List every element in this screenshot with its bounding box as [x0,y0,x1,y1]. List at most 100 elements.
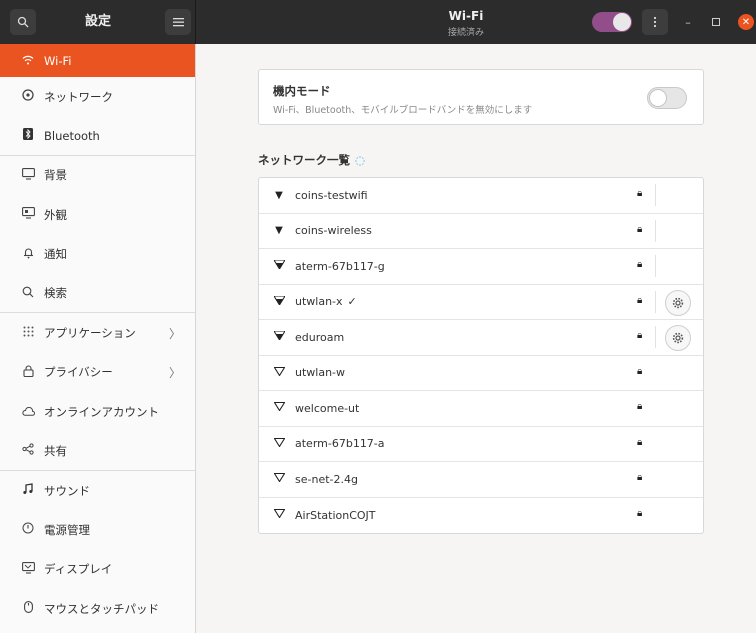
network-row-connected[interactable]: utwlan-x ✓ 🔒︎ [259,285,703,320]
background-icon [20,168,36,183]
airplane-mode-toggle[interactable] [647,87,687,109]
sidebar-item-online-accounts[interactable]: オンラインアカウント [0,392,195,431]
row-divider [655,219,656,242]
sidebar-item-label: 背景 [44,168,67,183]
network-row[interactable]: ▼ coins-testwifi 🔒︎ [259,178,703,214]
header-left-section: 設定 [0,0,196,44]
sidebar-item-power[interactable]: 電源管理 [0,510,195,549]
network-row[interactable]: AirStationCOJT 🔒︎ [259,498,703,534]
wifi-signal-full-icon: ▼ [275,189,283,201]
bluetooth-icon [20,128,36,143]
sidebar-item-bluetooth[interactable]: Bluetooth [0,116,195,156]
connected-check-icon: ✓ [347,295,357,309]
wifi-signal-strong-icon [271,259,287,272]
wifi-signal-strong-icon [271,295,287,308]
sidebar-item-sound[interactable]: サウンド [0,471,195,510]
refresh-spinner-icon: ◌ [355,153,366,167]
network-settings-button[interactable] [665,325,691,351]
power-icon [20,522,36,537]
menu-button[interactable] [165,9,191,35]
chevron-right-icon: 〉 [168,326,181,341]
search-icon [17,16,29,28]
hamburger-menu-icon [172,18,184,27]
header-title-area: Wi-Fi 接続済み [196,0,756,44]
network-row[interactable]: eduroam 🔒︎ [259,320,703,356]
network-ssid: utwlan-x [295,295,343,309]
sidebar-item-sharing[interactable]: 共有 [0,432,195,471]
sidebar-item-notifications[interactable]: 通知 [0,235,195,274]
header-bar: 設定 Wi-Fi 接続済み – ✕ [0,0,756,44]
lock-icon [20,365,36,380]
sidebar-item-privacy[interactable]: プライバシー 〉 [0,353,195,392]
network-row[interactable]: aterm-67b117-g 🔒︎ [259,249,703,285]
minimize-icon: – [685,15,691,29]
wifi-signal-weak-icon [271,473,287,485]
window-subtitle: 接続済み [447,28,484,38]
lock-icon: 🔒︎ [637,223,643,235]
more-options-button[interactable] [642,9,668,35]
sidebar-item-background[interactable]: 背景 [0,156,195,195]
network-ssid: se-net-2.4g [295,472,358,486]
sidebar-item-network[interactable]: ネットワーク [0,77,195,116]
sidebar-item-label: Bluetooth [44,128,100,143]
sidebar-item-label: ネットワーク [44,89,113,104]
network-row[interactable]: aterm-67b117-a 🔒︎ [259,427,703,462]
lock-icon: 🔒︎ [637,472,643,483]
cloud-icon [20,405,36,419]
network-row[interactable]: ▼ coins-wireless 🔒︎ [259,214,703,249]
lock-icon: 🔒︎ [637,294,643,306]
row-divider [655,290,656,313]
network-ssid: welcome-ut [295,401,360,415]
row-divider [655,255,656,277]
sidebar-item-label: 電源管理 [44,522,90,537]
network-ssid: coins-testwifi [295,188,368,202]
close-icon: ✕ [741,16,751,28]
minimize-button[interactable]: – [680,14,696,30]
toggle-knob [613,13,631,31]
sidebar: Wi-Fi ネットワーク Bluetooth 背景 外観 通知 検索 アプリケー… [0,44,196,633]
lock-icon: 🔒︎ [637,259,643,270]
sidebar-item-wifi[interactable]: Wi-Fi [0,44,195,77]
apps-grid-icon [20,326,36,340]
close-button[interactable]: ✕ [738,14,754,30]
wifi-signal-weak-icon [271,437,287,450]
sidebar-item-label: マウスとタッチパッド [44,601,159,616]
network-ssid: AirStationCOJT [295,508,376,522]
maximize-button[interactable] [708,14,724,30]
wifi-signal-strong-icon [271,330,287,343]
row-divider [655,326,656,348]
lock-icon: 🔒︎ [637,365,643,377]
appearance-icon [20,207,36,222]
sidebar-item-appearance[interactable]: 外観 [0,195,195,234]
network-row[interactable]: welcome-ut 🔒︎ [259,391,703,427]
sidebar-item-mouse-touchpad[interactable]: マウスとタッチパッド [0,589,195,628]
sidebar-item-search[interactable]: 検索 [0,274,195,314]
kebab-menu-icon [653,16,657,28]
gear-icon [672,332,684,344]
share-icon [20,443,36,458]
wifi-enable-toggle[interactable] [592,12,632,32]
bell-icon [20,247,36,262]
sidebar-item-label: サウンド [44,483,90,498]
network-ssid: eduroam [295,330,345,344]
network-ssid: utwlan-w [295,366,346,380]
airplane-mode-row: 機内モード Wi-Fi、Bluetooth、モバイルブロードバンドを無効にします [258,69,704,125]
search-icon [20,286,36,301]
lock-icon: 🔒︎ [637,507,643,519]
wifi-signal-full-icon: ▼ [275,225,283,237]
sidebar-item-display[interactable]: ディスプレイ [0,550,195,589]
network-row[interactable]: utwlan-w 🔒︎ [259,356,703,391]
network-ssid: aterm-67b117-a [295,437,385,451]
network-ssid: coins-wireless [295,224,372,238]
search-button[interactable] [10,9,36,35]
network-settings-button[interactable] [665,289,691,316]
maximize-icon [712,18,720,26]
display-icon [20,561,36,577]
network-row[interactable]: se-net-2.4g 🔒︎ [259,462,703,498]
wifi-icon [20,54,36,68]
network-list-heading-label: ネットワーク一覧 [258,153,350,167]
main-panel: 機内モード Wi-Fi、Bluetooth、モバイルブロードバンドを無効にします… [197,44,756,633]
sidebar-item-label: 通知 [44,247,67,262]
network-list: ▼ coins-testwifi 🔒︎ ▼ coins-wireless 🔒︎ … [258,177,704,534]
sidebar-item-applications[interactable]: アプリケーション 〉 [0,313,195,352]
